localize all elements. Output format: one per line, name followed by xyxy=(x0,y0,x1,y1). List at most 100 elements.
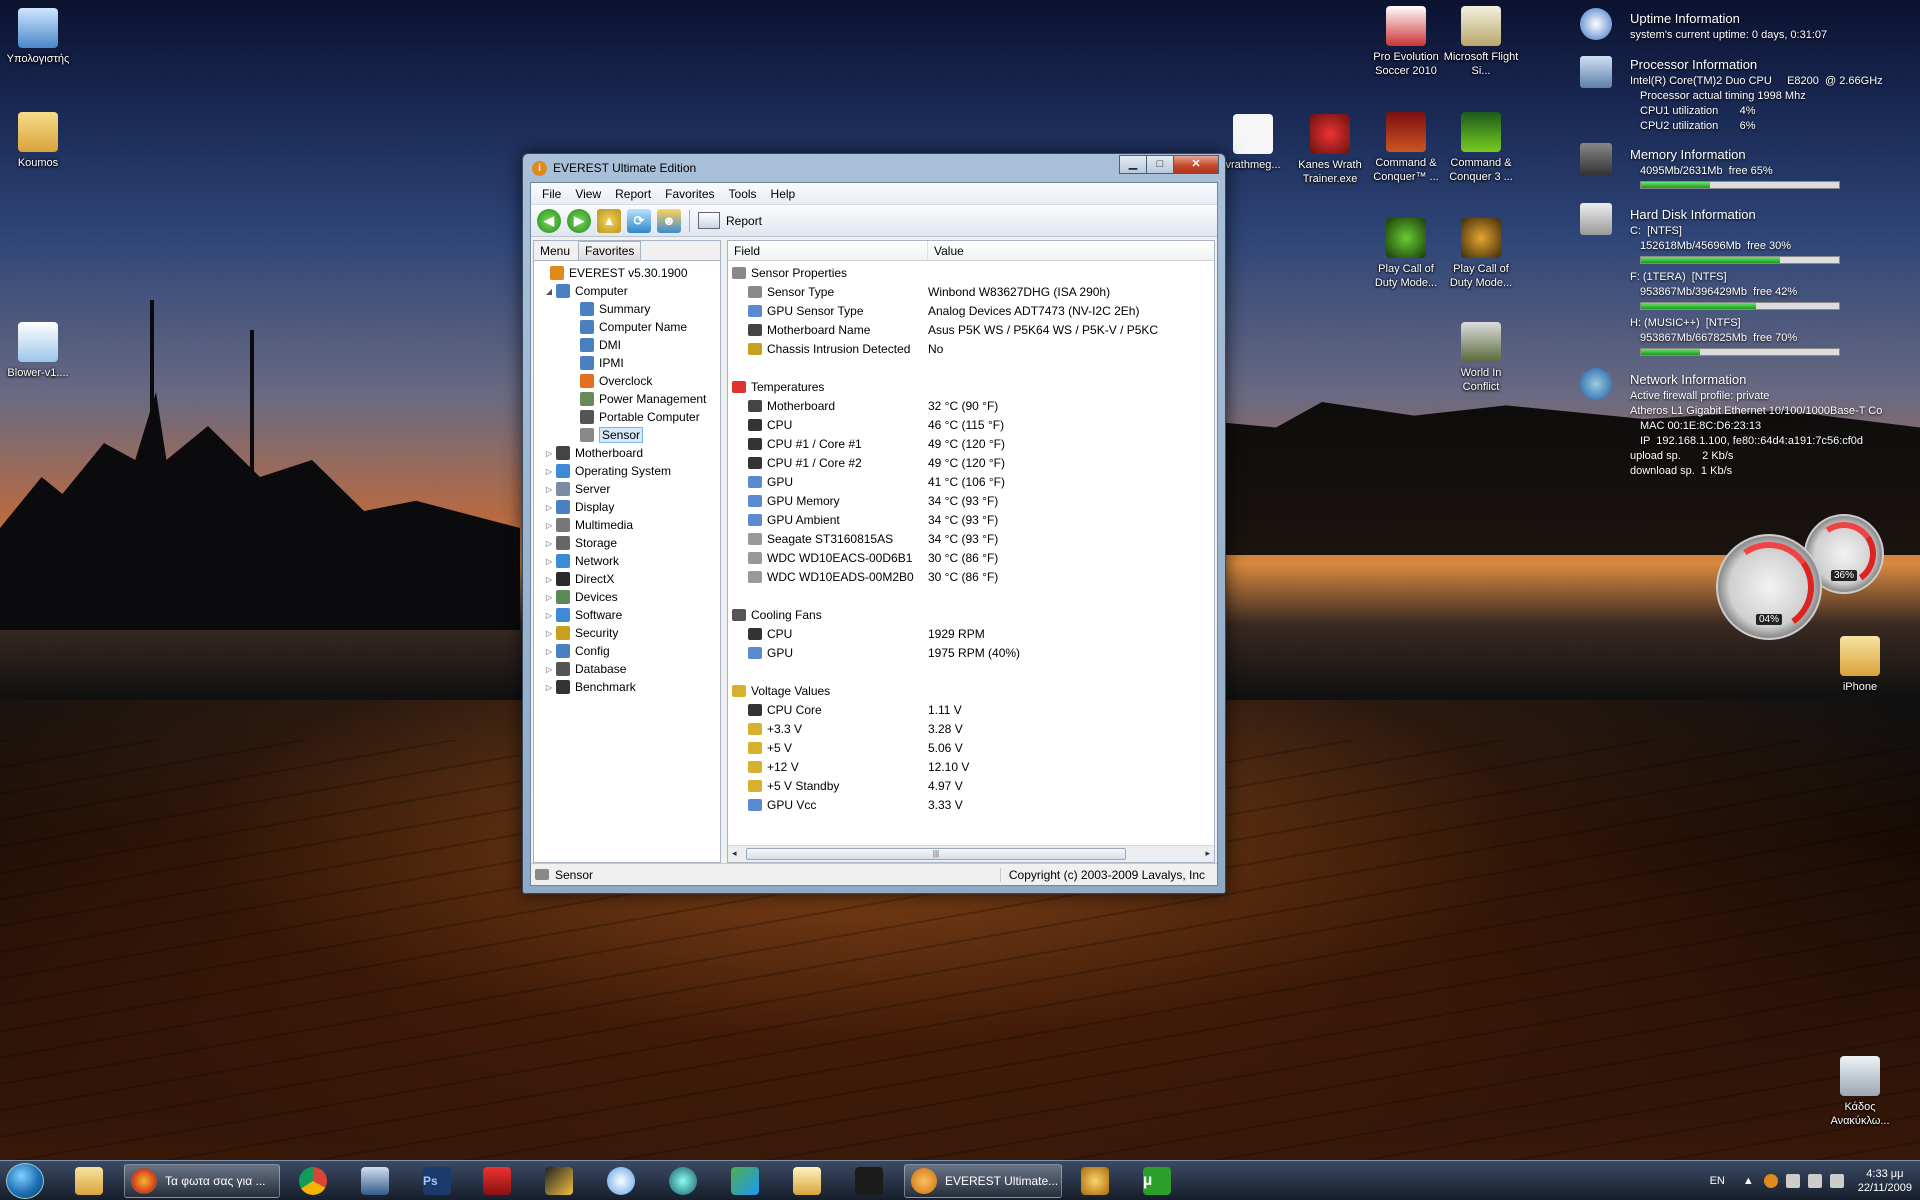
table-row[interactable]: GPU 41 °C (106 °F) xyxy=(728,472,1214,491)
tree-node-operating-system[interactable]: ▷ Operating System xyxy=(538,462,720,480)
taskbar-task-everest[interactable]: EVEREST Ultimate... xyxy=(904,1164,1062,1198)
network-tray-icon[interactable] xyxy=(1807,1174,1822,1188)
column-header-value[interactable]: Value xyxy=(928,241,1214,260)
desktop-icon-pes[interactable]: Pro Evolution Soccer 2010 xyxy=(1368,6,1444,78)
desktop-icon-world-in-conflict[interactable]: World In Conflict xyxy=(1443,322,1519,394)
show-hidden-icons-chevron-icon[interactable]: ▲ xyxy=(1743,1175,1754,1187)
desktop-icon-user-folder[interactable]: Koumos xyxy=(0,112,76,170)
menu-help[interactable]: Help xyxy=(764,187,803,201)
expand-arrow-icon[interactable]: ▷ xyxy=(544,575,554,584)
table-row[interactable]: CPU #1 / Core #2 49 °C (120 °F) xyxy=(728,453,1214,472)
taskbar-steam[interactable] xyxy=(846,1165,892,1198)
taskbar-messenger[interactable] xyxy=(722,1165,768,1198)
everest-tray-icon[interactable] xyxy=(1763,1174,1778,1188)
report-button[interactable]: Report xyxy=(698,212,762,229)
column-header-field[interactable]: Field xyxy=(728,241,928,260)
refresh-icon[interactable]: ⟳ xyxy=(627,208,651,233)
desktop-icon-cod-2[interactable]: Play Call of Duty Mode... xyxy=(1443,218,1519,290)
table-row[interactable]: GPU Memory 34 °C (93 °F) xyxy=(728,491,1214,510)
table-row[interactable]: GPU Vcc 3.33 V xyxy=(728,795,1214,814)
tree-node-overclock[interactable]: Overclock xyxy=(538,372,720,390)
tree-node-motherboard[interactable]: ▷ Motherboard xyxy=(538,444,720,462)
taskbar-chrome[interactable] xyxy=(290,1165,336,1198)
taskbar-explorer[interactable] xyxy=(66,1165,112,1198)
tree-node-display[interactable]: ▷ Display xyxy=(538,498,720,516)
scroll-left-arrow-icon[interactable]: ◂ xyxy=(732,848,737,859)
desktop-icon-computer[interactable]: Υπολογιστής xyxy=(0,8,76,66)
desktop-icon-document[interactable]: vrathmeg... xyxy=(1215,114,1291,172)
table-row[interactable]: WDC WD10EADS-00M2B0 30 °C (86 °F) xyxy=(728,567,1214,586)
table-group-header[interactable]: Sensor Properties xyxy=(728,263,1214,282)
desktop-icon-iphone-folder[interactable]: iPhone xyxy=(1822,636,1898,694)
tree-node-config[interactable]: ▷ Config xyxy=(538,642,720,660)
tree-node-directx[interactable]: ▷ DirectX xyxy=(538,570,720,588)
menu-report[interactable]: Report xyxy=(608,187,658,201)
tree-node-multimedia[interactable]: ▷ Multimedia xyxy=(538,516,720,534)
table-row[interactable]: +3.3 V 3.28 V xyxy=(728,719,1214,738)
table-row[interactable]: CPU Core 1.11 V xyxy=(728,700,1214,719)
window-titlebar[interactable]: i EVEREST Ultimate Edition ▁ □ ✕ xyxy=(523,154,1225,182)
desktop-icon-cnc3[interactable]: Command & Conquer 3 ... xyxy=(1443,112,1519,184)
table-row[interactable]: Seagate ST3160815AS 34 °C (93 °F) xyxy=(728,529,1214,548)
taskbar-app[interactable] xyxy=(536,1165,582,1198)
tree-node-database[interactable]: ▷ Database xyxy=(538,660,720,678)
tree-node-dmi[interactable]: DMI xyxy=(538,336,720,354)
taskbar-acrobat[interactable] xyxy=(474,1165,520,1198)
tree-node-computer[interactable]: ◢ Computer xyxy=(538,282,720,300)
clock[interactable]: 4:33 μμ 22/11/2009 xyxy=(1858,1167,1912,1195)
tree-node-sensor[interactable]: Sensor xyxy=(538,426,720,444)
forward-arrow-icon[interactable]: ▶ xyxy=(567,208,591,233)
flag-icon[interactable] xyxy=(1785,1174,1800,1188)
tree-node-power-management[interactable]: Power Management xyxy=(538,390,720,408)
table-row[interactable]: WDC WD10EACS-00D6B1 30 °C (86 °F) xyxy=(728,548,1214,567)
volume-icon[interactable] xyxy=(1829,1174,1844,1188)
back-arrow-icon[interactable]: ◀ xyxy=(537,208,561,233)
table-row[interactable]: +12 V 12.10 V xyxy=(728,757,1214,776)
users-icon[interactable]: ☻ xyxy=(657,208,681,233)
tree-node-summary[interactable]: Summary xyxy=(538,300,720,318)
table-row[interactable]: Motherboard Name Asus P5K WS / P5K64 WS /… xyxy=(728,320,1214,339)
desktop-icon-flight-sim[interactable]: Microsoft Flight Si... xyxy=(1443,6,1519,78)
expand-arrow-icon[interactable]: ▷ xyxy=(544,467,554,476)
taskbar-photoshop[interactable]: Ps xyxy=(414,1165,460,1198)
expand-arrow-icon[interactable]: ▷ xyxy=(544,647,554,656)
table-group-header[interactable]: Voltage Values xyxy=(728,681,1214,700)
table-row[interactable]: +5 V 5.06 V xyxy=(728,738,1214,757)
desktop-icon-itunes-file[interactable]: Blower-v1.... xyxy=(0,322,76,380)
taskbar-mail[interactable] xyxy=(784,1165,830,1198)
desktop-icon-cod-1[interactable]: Play Call of Duty Mode... xyxy=(1368,218,1444,290)
taskbar-monitor-app[interactable] xyxy=(352,1165,398,1198)
maximize-button[interactable]: □ xyxy=(1146,155,1174,174)
expand-arrow-icon[interactable]: ▷ xyxy=(544,521,554,530)
tab-favorites[interactable]: Favorites xyxy=(578,241,642,260)
language-indicator[interactable]: EN xyxy=(1710,1175,1725,1187)
menu-favorites[interactable]: Favorites xyxy=(658,187,721,201)
tree-node-software[interactable]: ▷ Software xyxy=(538,606,720,624)
taskbar-media[interactable] xyxy=(660,1165,706,1198)
tree-node-computer-name[interactable]: Computer Name xyxy=(538,318,720,336)
table-row[interactable]: Chassis Intrusion Detected No xyxy=(728,339,1214,358)
table-row[interactable]: GPU Sensor Type Analog Devices ADT7473 (N… xyxy=(728,301,1214,320)
expand-arrow-icon[interactable]: ▷ xyxy=(544,593,554,602)
table-row[interactable]: CPU 1929 RPM xyxy=(728,624,1214,643)
menu-file[interactable]: File xyxy=(535,187,568,201)
tree-node-devices[interactable]: ▷ Devices xyxy=(538,588,720,606)
taskbar-utorrent[interactable]: µ xyxy=(1134,1165,1180,1198)
scrollbar-thumb[interactable]: ||| xyxy=(746,848,1126,860)
desktop-icon-recycle-bin[interactable]: Κάδος Ανακύκλω... xyxy=(1822,1056,1898,1128)
taskbar-settings-app[interactable] xyxy=(1072,1165,1118,1198)
expand-arrow-icon[interactable]: ▷ xyxy=(544,611,554,620)
close-button[interactable]: ✕ xyxy=(1173,155,1219,174)
desktop-icon-cnc[interactable]: Command & Conquer™ ... xyxy=(1368,112,1444,184)
tree-node-ipmi[interactable]: IPMI xyxy=(538,354,720,372)
desktop-icon-kanes-wrath[interactable]: Kanes Wrath Trainer.exe xyxy=(1292,114,1368,186)
taskbar-task-firefox[interactable]: Τα φωτα σας για ... xyxy=(124,1164,280,1198)
expand-arrow-icon[interactable]: ▷ xyxy=(544,485,554,494)
expand-arrow-icon[interactable]: ▷ xyxy=(544,683,554,692)
expand-arrow-icon[interactable]: ▷ xyxy=(544,665,554,674)
tab-menu[interactable]: Menu xyxy=(534,242,576,260)
tree-node-network[interactable]: ▷ Network xyxy=(538,552,720,570)
table-row[interactable]: GPU Ambient 34 °C (93 °F) xyxy=(728,510,1214,529)
tree-node-portable-computer[interactable]: Portable Computer xyxy=(538,408,720,426)
minimize-button[interactable]: ▁ xyxy=(1119,155,1147,174)
